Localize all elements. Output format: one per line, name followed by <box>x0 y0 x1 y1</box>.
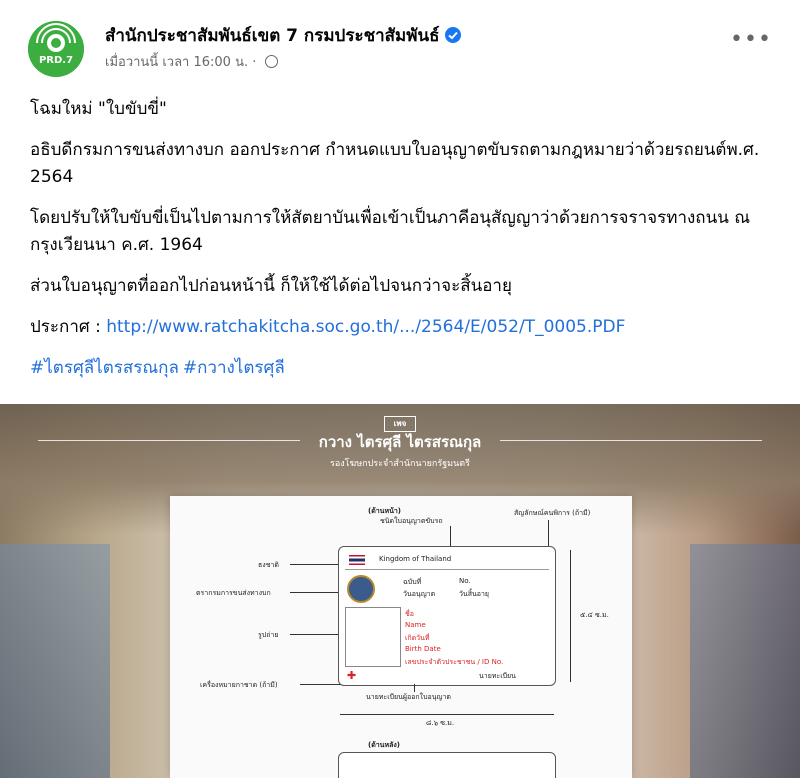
width-label: ๘.๖ ซ.ม. <box>426 719 455 727</box>
flag-label: ธงชาติ <box>258 561 279 569</box>
photo-placeholder <box>345 607 401 667</box>
post-paragraph: อธิบดีกรมการขนส่งทางบก ออกประกาศ กำหนดแบ… <box>30 140 760 187</box>
card-header-rule <box>345 555 549 570</box>
license-diagram: (ด้านหน้า) ชนิดใบอนุญาตขับรถ สัญลักษณ์คน… <box>170 496 632 778</box>
hashtags: #ไตรศุลีไตรสรณกุล #กวางไตรศุลี <box>30 355 770 382</box>
disability-label: สัญลักษณ์คนพิการ (ถ้ามี) <box>514 509 591 517</box>
globe-icon[interactable] <box>264 55 278 68</box>
post-paragraph: โดยปรับให้ใบขับขี่เป็นไปตามการให้สัตยาบั… <box>30 208 751 255</box>
card-field: วันสิ้นอายุ <box>459 590 490 598</box>
card-field: Birth Date <box>405 645 441 653</box>
page-name[interactable]: สำนักประชาสัมพันธ์เขต 7 กรมประชาสัมพันธ์ <box>105 22 462 49</box>
image-subtitle: รองโฆษกประจำสำนักนายกรัฐมนตรี <box>330 459 470 469</box>
photo-label: รูปถ่าย <box>258 631 279 639</box>
divider <box>500 440 762 441</box>
announcement-label: ประกาศ : <box>30 317 107 337</box>
image-blur-left <box>0 544 110 778</box>
card-field: Name <box>405 621 426 629</box>
license-card-front: Kingdom of Thailand ฉบับที่ No. วันอนุญา… <box>338 546 556 686</box>
prd-logo-icon <box>28 21 84 77</box>
arrow <box>548 520 549 546</box>
arrow <box>450 526 451 546</box>
dimension-line <box>340 714 554 715</box>
red-cross-icon: ✚ <box>347 669 357 682</box>
hashtag-link[interactable]: #กวางไตรศุลี <box>183 358 285 378</box>
dimension-line <box>570 550 571 682</box>
image-title: กวาง ไตรศุลี ไตรสรณกุล <box>318 433 482 451</box>
avatar-text: PRD.7 <box>38 55 74 66</box>
type-label: ชนิดใบอนุญาตขับรถ <box>380 517 443 525</box>
post-image[interactable]: เพจ กวาง ไตรศุลี ไตรสรณกุล รองโฆษกประจำส… <box>0 404 800 778</box>
page-name-text[interactable]: สำนักประชาสัมพันธ์เขต 7 กรมประชาสัมพันธ์ <box>105 26 439 46</box>
arrow <box>414 684 415 692</box>
facebook-post: PRD.7 สำนักประชาสัมพันธ์เขต 7 กรมประชาสั… <box>0 0 800 778</box>
post-paragraph: โฉมใหม่ "ใบขับขี่" <box>30 99 167 119</box>
license-card-back <box>338 752 556 778</box>
height-label: ๕.๔ ซ.ม. <box>580 611 609 619</box>
post-timestamp[interactable]: เมื่อวานนี้ เวลา 16:00 น. · <box>105 55 256 70</box>
image-blur-right <box>690 544 800 778</box>
post-paragraph: ส่วนใบอนุญาตที่ออกไปก่อนหน้านี้ ก็ให้ใช้… <box>30 276 512 296</box>
card-field: วันอนุญาต <box>403 590 436 598</box>
back-label: (ด้านหลัง) <box>368 741 400 749</box>
card-field: เกิดวันที่ <box>405 634 430 642</box>
card-field: ชื่อ <box>405 610 414 618</box>
announcement-paragraph: ประกาศ : http://www.ratchakitcha.soc.go.… <box>30 314 770 341</box>
card-field: เลขประจำตัวประชาชน / ID No. <box>405 658 504 666</box>
divider <box>38 440 300 441</box>
dlt-seal-icon <box>347 575 375 603</box>
card-field: ฉบับที่ <box>403 578 422 586</box>
card-footer: นายทะเบียน <box>479 672 516 680</box>
redcross-label: เครื่องหมายกาชาด (ถ้ามี) <box>200 681 278 689</box>
card-field: No. <box>459 577 471 585</box>
seal-label: ตรากรมการขนส่งทางบก <box>196 589 271 597</box>
registrar-label: นายทะเบียนผู้ออกใบอนุญาต <box>366 693 451 701</box>
page-avatar[interactable]: PRD.7 <box>28 21 84 77</box>
post-body: โฉมใหม่ "ใบขับขี่" อธิบดีกรมการขนส่งทางบ… <box>30 96 770 396</box>
announcement-link[interactable]: http://www.ratchakitcha.soc.go.th/.../25… <box>106 317 625 337</box>
more-options-button[interactable]: ••• <box>730 29 771 58</box>
hashtag-link[interactable]: #ไตรศุลีไตรสรณกุล <box>30 358 179 378</box>
post-meta: เมื่อวานนี้ เวลา 16:00 น. · <box>105 51 278 72</box>
verified-badge-icon <box>445 27 462 43</box>
